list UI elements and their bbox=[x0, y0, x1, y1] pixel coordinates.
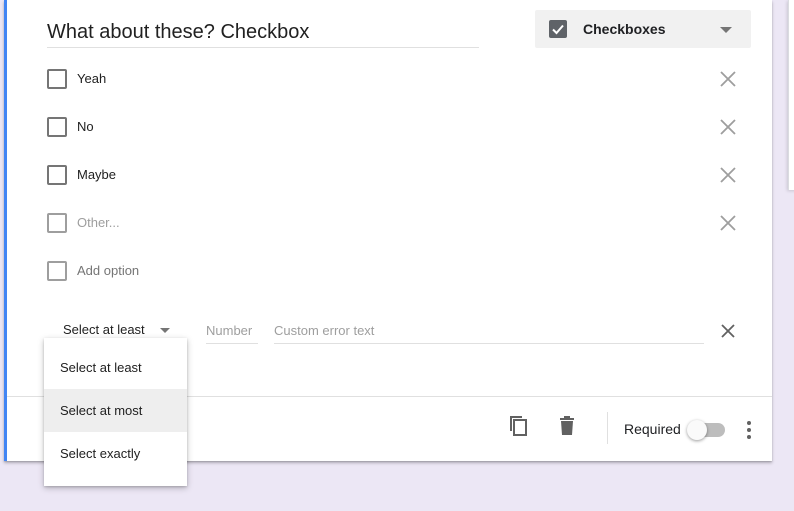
option-label[interactable]: Maybe bbox=[77, 167, 116, 182]
option-row[interactable]: Maybe bbox=[47, 165, 747, 189]
validation-dropdown-menu: Select at least Select at most Select ex… bbox=[44, 338, 187, 486]
close-icon[interactable] bbox=[717, 164, 739, 186]
menu-item-select-at-least[interactable]: Select at least bbox=[44, 346, 187, 389]
checkbox-icon bbox=[47, 261, 67, 281]
option-label[interactable]: Yeah bbox=[77, 71, 106, 86]
close-icon[interactable] bbox=[719, 322, 737, 340]
question-type-label: Checkboxes bbox=[583, 21, 666, 37]
option-row[interactable]: Yeah bbox=[47, 69, 747, 93]
option-label[interactable]: No bbox=[77, 119, 94, 134]
required-label: Required bbox=[624, 421, 681, 437]
option-row[interactable]: No bbox=[47, 117, 747, 141]
validation-type-select[interactable]: Select at least bbox=[63, 322, 145, 337]
question-type-dropdown[interactable]: Checkboxes bbox=[535, 10, 751, 48]
duplicate-icon[interactable] bbox=[507, 414, 531, 438]
chevron-down-icon bbox=[720, 27, 732, 33]
footer-vertical-divider bbox=[607, 412, 608, 444]
checkbox-icon bbox=[47, 69, 67, 89]
question-title-input[interactable]: What about these? Checkbox bbox=[47, 16, 479, 48]
menu-item-select-at-most[interactable]: Select at most bbox=[44, 389, 187, 432]
adjacent-panel bbox=[788, 0, 794, 190]
close-icon[interactable] bbox=[717, 212, 739, 234]
add-option-link[interactable]: Add option bbox=[77, 263, 139, 278]
custom-error-input[interactable] bbox=[274, 318, 704, 344]
checkbox-icon bbox=[47, 165, 67, 185]
other-option-row[interactable]: Other... bbox=[47, 213, 747, 237]
close-icon[interactable] bbox=[717, 68, 739, 90]
checkbox-icon bbox=[47, 213, 67, 233]
checkbox-icon bbox=[47, 117, 67, 137]
other-option-placeholder[interactable]: Other... bbox=[77, 215, 120, 230]
number-input[interactable] bbox=[206, 318, 258, 344]
more-vert-icon[interactable] bbox=[739, 418, 759, 442]
close-icon[interactable] bbox=[717, 116, 739, 138]
checkbox-checked-icon bbox=[549, 20, 567, 38]
trash-icon[interactable] bbox=[555, 414, 579, 438]
menu-item-select-exactly[interactable]: Select exactly bbox=[44, 432, 187, 475]
chevron-down-icon[interactable] bbox=[160, 328, 170, 333]
add-option-row[interactable]: Add option bbox=[47, 261, 747, 285]
required-toggle-thumb[interactable] bbox=[687, 420, 707, 440]
